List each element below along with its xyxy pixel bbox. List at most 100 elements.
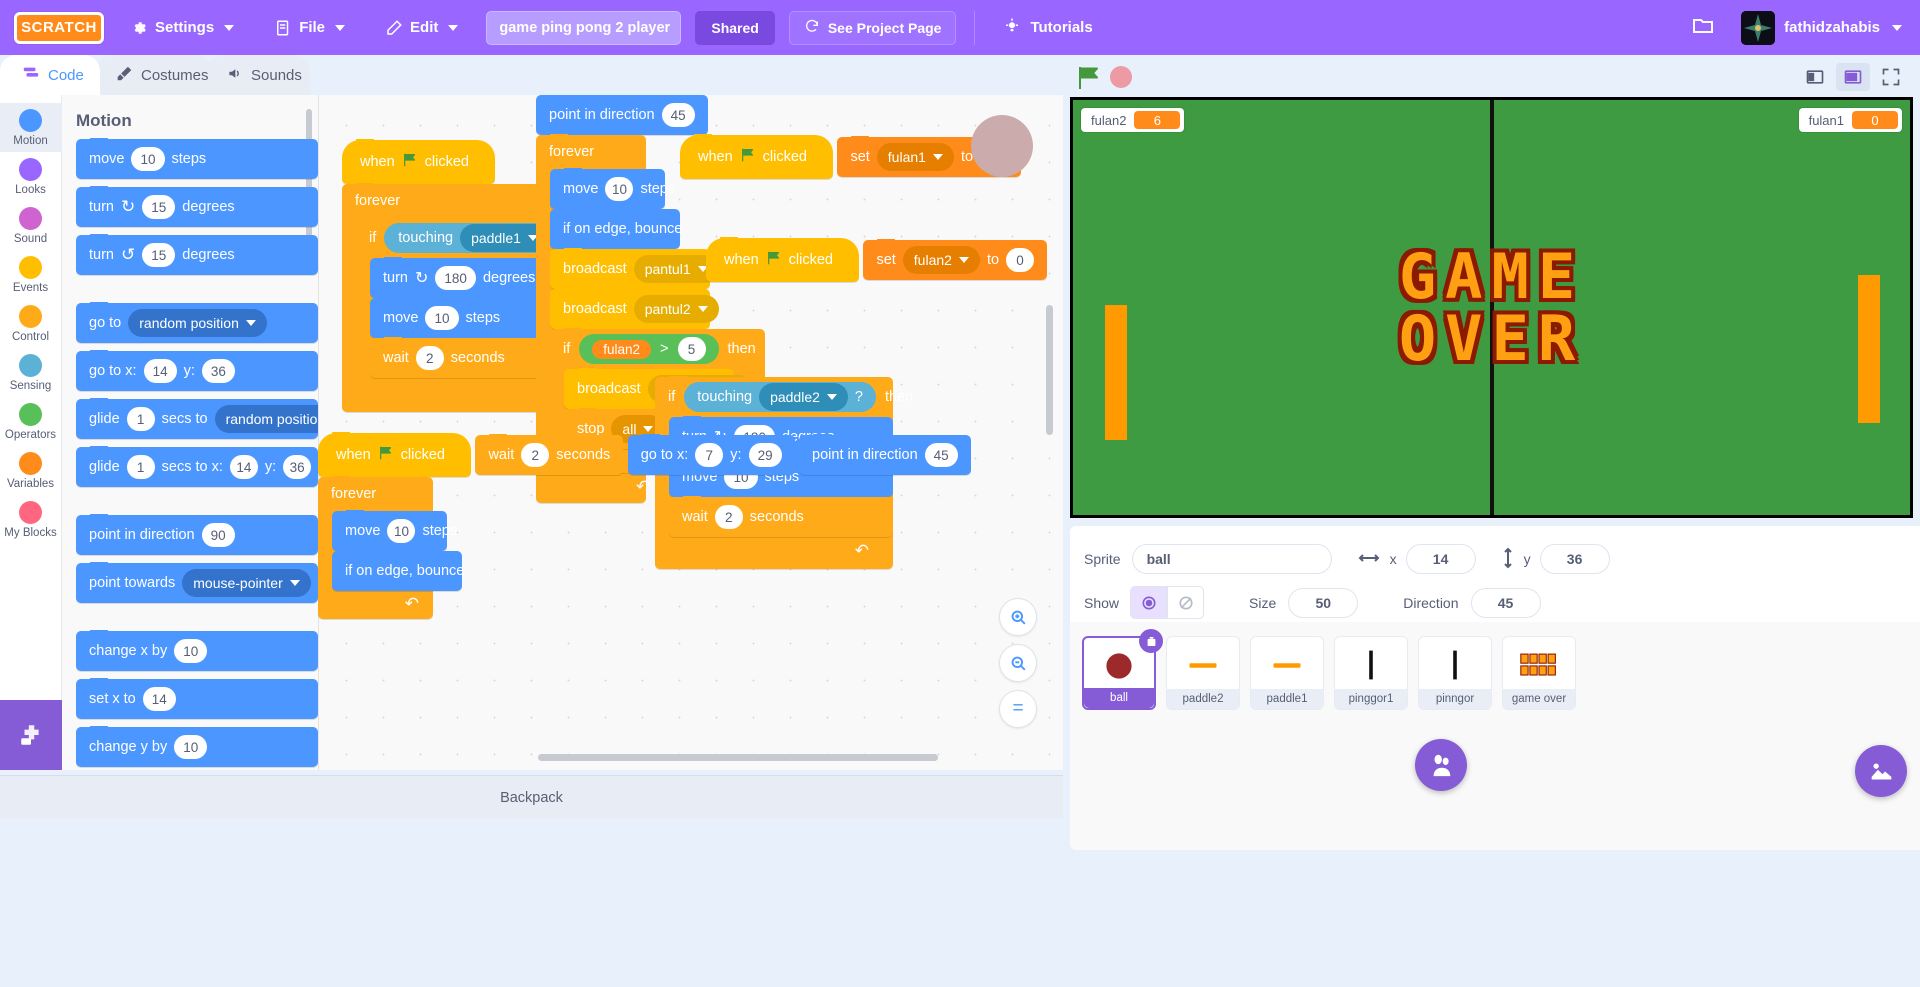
file-menu[interactable]: File [260,10,359,46]
block-touching[interactable]: touching paddle2 ? [684,382,876,412]
touching-target-dropdown[interactable]: paddle2 [759,383,848,411]
block-input[interactable]: 90 [201,523,235,547]
block-move-steps[interactable]: move 10 steps [550,168,675,209]
block-input[interactable]: 10 [605,177,634,201]
zoom-reset-button[interactable]: = [999,690,1037,728]
tab-sounds[interactable]: Sounds [208,55,310,95]
tutorials-button[interactable]: Tutorials [993,11,1102,45]
block-when-flag-clicked[interactable]: when clicked [706,237,859,282]
green-flag-button[interactable] [1076,65,1102,96]
add-backdrop-button[interactable] [1855,745,1907,797]
block-input[interactable]: 45 [661,103,695,127]
see-project-page-button[interactable]: See Project Page [788,10,957,45]
block-input[interactable]: 29 [748,443,782,467]
block-input[interactable]: 45 [924,443,958,467]
block-forever[interactable]: forever move 10 steps if on edge, bounce… [318,476,464,619]
block-dropdown[interactable]: random position [214,405,318,433]
block-input[interactable]: 10 [131,147,165,171]
tab-code[interactable]: Code [0,55,100,95]
broadcast-dropdown[interactable]: pantul2 [633,295,719,323]
block-point-in-direction[interactable]: point in direction 45 [536,95,708,135]
fullscreen-button[interactable] [1874,63,1908,91]
sprite-name-input[interactable]: ball [1131,544,1332,574]
canvas-horizontal-scrollbar[interactable] [538,754,938,761]
sprite-tile-game-over[interactable]: game over [1502,636,1576,710]
block-dropdown[interactable]: mouse-pointer [182,569,311,597]
tab-costumes[interactable]: Costumes [96,55,212,95]
block-palette[interactable]: Motion move 10 steps turn ↻ 15 degrees t… [62,95,318,770]
block-if-on-edge-bounce[interactable]: if on edge, bounce [332,550,464,591]
block-input[interactable]: 15 [142,195,176,219]
add-sprite-button[interactable] [1415,739,1467,791]
add-extension-button[interactable] [0,700,62,770]
variable-monitor-fulan1[interactable]: fulan1 0 [1798,108,1902,132]
category-sound[interactable]: Sound [0,201,62,250]
canvas-vertical-scrollbar[interactable] [1046,305,1053,435]
block-input[interactable]: 5 [677,337,706,361]
block-input[interactable]: 10 [387,519,416,543]
block-broadcast-pantul2[interactable]: broadcast pantul2 [550,288,719,329]
sprite-tile-paddle1[interactable]: paddle1 [1250,636,1324,710]
folder-icon[interactable] [1691,13,1715,42]
block-input[interactable]: 2 [415,346,444,370]
palette-block-point-in-direction[interactable]: point in direction 90 [76,514,318,555]
block-broadcast-pantul1[interactable]: broadcast pantul1 [550,248,719,289]
y-input[interactable]: 36 [1539,544,1610,574]
block-set-fulan2[interactable]: set fulan2 to 0 [863,239,1048,280]
zoom-out-button[interactable] [999,644,1037,682]
sprite-list[interactable]: ball paddle2 paddle1 pinggor1 pinngor ga… [1070,622,1920,850]
block-wait-seconds[interactable]: wait 2 seconds [475,434,624,475]
block-greater-than[interactable]: fulan2 > 5 [579,334,719,364]
variable-monitor-fulan2[interactable]: fulan2 6 [1081,108,1185,132]
stop-button[interactable] [1110,66,1132,88]
sprite-tile-ball[interactable]: ball [1082,629,1163,710]
block-when-flag-clicked[interactable]: when clicked [680,134,833,179]
category-operators[interactable]: Operators [0,397,62,446]
sprite-tile-pinggor1[interactable]: pinggor1 [1334,636,1408,710]
variable-dropdown[interactable]: fulan2 [902,246,980,274]
block-go-to-xy[interactable]: go to x: 7 y: 29 [627,434,795,475]
block-input[interactable]: 7 [695,443,724,467]
category-events[interactable]: Events [0,250,62,299]
settings-menu[interactable]: Settings [116,10,248,46]
category-control[interactable]: Control [0,299,62,348]
palette-block-change-y-by[interactable]: change y by 10 [76,726,318,767]
stage[interactable]: fulan2 6 fulan1 0 GAME OVER [1070,97,1913,518]
palette-block-turn-ccw[interactable]: turn ↺ 15 degrees [76,234,318,275]
palette-block-set-x-to[interactable]: set x to 14 [76,678,318,719]
scratch-logo[interactable]: SCRATCH [14,11,104,44]
account-menu[interactable]: fathidzahabis [1741,10,1902,45]
block-input[interactable]: 36 [283,455,312,479]
block-input[interactable]: 15 [142,243,176,267]
block-input[interactable]: 10 [174,639,208,663]
show-visible-button[interactable] [1130,586,1168,619]
show-hidden-button[interactable] [1167,586,1205,619]
palette-block-go-to-xy[interactable]: go to x: 14 y: 36 [76,350,318,391]
script-reset-fulan2[interactable]: when clicked set fulan2 to 0 [706,237,1048,282]
palette-block-go-to[interactable]: go to random position [76,302,318,343]
code-canvas[interactable]: when clicked forever if touching paddle1 [318,95,1063,770]
block-dropdown[interactable]: random position [128,309,267,337]
sprite-tile-pinngor[interactable]: pinngor [1418,636,1492,710]
script-reset-fulan1[interactable]: when clicked set fulan1 to 0 [680,134,1022,179]
edit-menu[interactable]: Edit [371,10,472,46]
project-title-input[interactable]: game ping pong 2 player [486,10,682,45]
palette-block-turn-cw[interactable]: turn ↻ 15 degrees [76,186,318,227]
palette-block-move[interactable]: move 10 steps [76,138,318,179]
shared-button[interactable]: Shared [695,10,775,45]
size-input[interactable]: 50 [1288,587,1359,618]
block-when-flag-clicked[interactable]: when clicked [342,139,495,184]
block-input[interactable]: 10 [174,735,208,759]
backpack-bar[interactable]: Backpack [0,775,1063,819]
block-if-on-edge-bounce[interactable]: if on edge, bounce [550,208,682,249]
sprite-tile-paddle2[interactable]: paddle2 [1166,636,1240,710]
block-input[interactable]: 2 [521,443,550,467]
large-stage-button[interactable] [1836,63,1870,91]
palette-block-point-towards[interactable]: point towards mouse-pointer [76,562,318,603]
palette-block-glide-xy[interactable]: glide 1 secs to x: 14 y: 36 [76,446,318,487]
block-move-steps[interactable]: move 10 steps [332,510,457,551]
block-input[interactable]: 10 [425,306,459,330]
block-input[interactable]: 14 [143,359,177,383]
block-input[interactable]: 1 [126,455,155,479]
block-input[interactable]: 180 [435,266,476,290]
